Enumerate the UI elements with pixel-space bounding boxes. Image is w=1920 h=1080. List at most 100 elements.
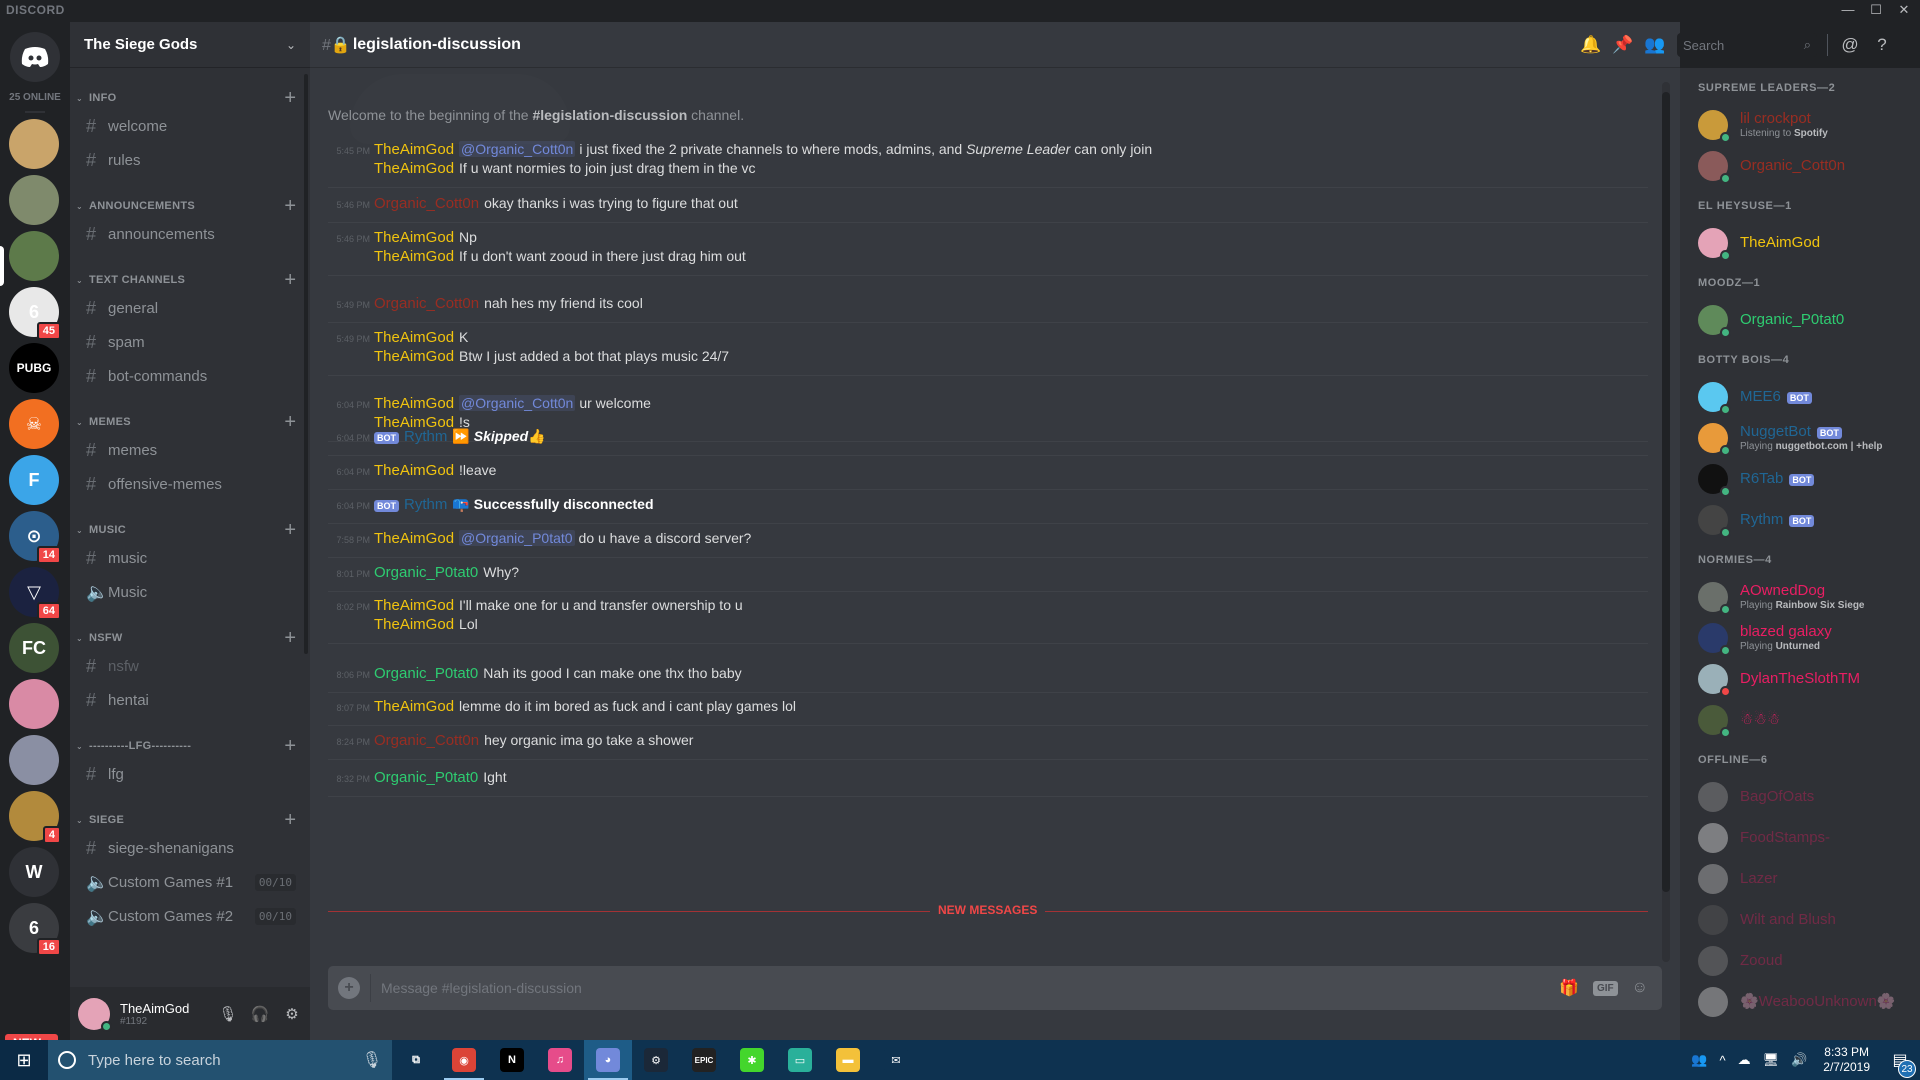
taskbar-search[interactable]: Type here to search 🎙 bbox=[48, 1040, 392, 1080]
member-item[interactable]: Rythm BOT bbox=[1680, 499, 1920, 540]
emoji-icon[interactable]: ☺ bbox=[1632, 979, 1648, 997]
author-name[interactable]: TheAimGod bbox=[374, 616, 454, 633]
server-header[interactable]: The Siege Gods ⌄ bbox=[70, 22, 310, 68]
member-item[interactable]: blazed galaxy Playing Unturned bbox=[1680, 617, 1920, 658]
taskbar-app-epic-games[interactable]: EPIC bbox=[680, 1040, 728, 1080]
upload-plus-icon[interactable]: + bbox=[338, 977, 360, 999]
server-icon-division-server[interactable]: ☠ bbox=[9, 399, 59, 449]
volume-icon[interactable]: 🔊 bbox=[1791, 1052, 1807, 1068]
network-icon[interactable]: 🖥 bbox=[1763, 1052, 1780, 1068]
author-name[interactable]: Rythm bbox=[404, 496, 447, 513]
close-button[interactable]: ✕ bbox=[1890, 0, 1918, 22]
add-channel-icon[interactable]: + bbox=[284, 628, 296, 648]
member-item[interactable]: ☃☃☃ bbox=[1680, 699, 1920, 740]
channel-general[interactable]: # general bbox=[70, 291, 306, 325]
minimize-button[interactable]: — bbox=[1834, 0, 1862, 22]
category-nsfw[interactable]: ⌄ NSFW + bbox=[70, 627, 306, 649]
taskbar-app-gaming-app[interactable]: ▭ bbox=[776, 1040, 824, 1080]
member-item[interactable]: Wilt and Blush bbox=[1680, 899, 1920, 940]
chat-scrollbar[interactable] bbox=[1662, 82, 1670, 962]
channel-music[interactable]: 🔈 Music bbox=[70, 575, 306, 609]
server-icon-dark-server[interactable]: ▽ 64 bbox=[9, 567, 61, 620]
clock[interactable]: 8:33 PM 2/7/2019 bbox=[1823, 1045, 1870, 1075]
taskbar-app-file-explorer[interactable]: ▬ bbox=[824, 1040, 872, 1080]
add-channel-icon[interactable]: + bbox=[284, 196, 296, 216]
taskbar-app-itunes[interactable]: ♫ bbox=[536, 1040, 584, 1080]
server-icon-fc-server[interactable]: FC bbox=[9, 623, 59, 673]
new-unreads-pill[interactable]: NEW ↓ bbox=[5, 1034, 59, 1040]
help-icon[interactable]: ? bbox=[1866, 35, 1898, 55]
server-icon-lion-server[interactable]: 4 bbox=[9, 791, 61, 844]
add-channel-icon[interactable]: + bbox=[284, 810, 296, 830]
server-icon-siege-6-server[interactable]: 6 16 bbox=[9, 903, 61, 956]
taskbar-app-steam[interactable]: ⚙ bbox=[632, 1040, 680, 1080]
channel-offensive-memes[interactable]: # offensive-memes bbox=[70, 467, 306, 501]
category-announcements[interactable]: ⌄ ANNOUNCEMENTS + bbox=[70, 195, 306, 217]
category-textchannels[interactable]: ⌄ TEXT CHANNELS + bbox=[70, 269, 306, 291]
author-name[interactable]: Organic_P0tat0 bbox=[374, 564, 478, 581]
member-item[interactable]: 🌸WeabooUnknown🌸 bbox=[1680, 981, 1920, 1022]
bell-icon[interactable]: 🔔 bbox=[1575, 35, 1607, 55]
user-avatar[interactable] bbox=[78, 997, 112, 1032]
server-icon-headset-guy-server[interactable] bbox=[9, 735, 59, 785]
taskbar-app-razer[interactable]: ✱ bbox=[728, 1040, 776, 1080]
maximize-button[interactable]: ☐ bbox=[1862, 0, 1890, 22]
add-channel-icon[interactable]: + bbox=[284, 520, 296, 540]
author-name[interactable]: Organic_Cott0n bbox=[374, 732, 479, 749]
channel-custom-games--2[interactable]: 🔈 Custom Games #2 00/10 bbox=[70, 899, 306, 933]
author-name[interactable]: TheAimGod bbox=[374, 348, 454, 365]
author-name[interactable]: TheAimGod bbox=[374, 395, 454, 412]
member-item[interactable]: NuggetBot BOT Playing nuggetbot.com | +hel… bbox=[1680, 417, 1920, 458]
author-name[interactable]: TheAimGod bbox=[374, 530, 454, 547]
category-info[interactable]: ⌄ INFO + bbox=[70, 87, 306, 109]
home-button[interactable] bbox=[10, 32, 60, 82]
windows-start-icon[interactable]: ⊞ bbox=[0, 1040, 48, 1080]
mentions-icon[interactable]: @ bbox=[1834, 35, 1866, 55]
author-name[interactable]: Organic_P0tat0 bbox=[374, 769, 478, 786]
microphone-icon[interactable]: 🎙 bbox=[362, 1050, 382, 1070]
gif-icon[interactable]: GIF bbox=[1592, 980, 1618, 996]
channel-hentai[interactable]: # hentai bbox=[70, 683, 306, 717]
add-channel-icon[interactable]: + bbox=[284, 88, 296, 108]
chevron-up-icon[interactable]: ^ bbox=[1719, 1053, 1725, 1068]
member-item[interactable]: Organic_P0tat0 bbox=[1680, 299, 1920, 340]
author-name[interactable]: TheAimGod bbox=[374, 229, 454, 246]
member-item[interactable]: DylanTheSlothTM bbox=[1680, 658, 1920, 699]
author-name[interactable]: TheAimGod bbox=[374, 160, 454, 177]
channel-nsfw[interactable]: # nsfw bbox=[70, 649, 306, 683]
people-icon[interactable]: 👥 bbox=[1691, 1052, 1707, 1068]
channel-siege-shenanigans[interactable]: # siege-shenanigans bbox=[70, 831, 306, 865]
server-icon-pokemon-go-server[interactable]: ⊙ 14 bbox=[9, 511, 61, 564]
member-item[interactable]: Lazer bbox=[1680, 858, 1920, 899]
author-name[interactable]: Rythm bbox=[404, 428, 447, 445]
author-name[interactable]: Organic_Cott0n bbox=[374, 195, 479, 212]
channel-list-scrollbar[interactable] bbox=[304, 74, 308, 654]
author-name[interactable]: TheAimGod bbox=[374, 141, 454, 158]
server-icon-fortnite-server[interactable]: F bbox=[9, 455, 59, 505]
taskbar-app-netflix[interactable]: N bbox=[488, 1040, 536, 1080]
category-siege[interactable]: ⌄ SIEGE + bbox=[70, 809, 306, 831]
message-input[interactable] bbox=[381, 980, 1560, 996]
user-mention[interactable]: @Organic_Cott0n bbox=[459, 395, 576, 411]
member-item[interactable]: MEE6 BOT bbox=[1680, 376, 1920, 417]
category-lfg[interactable]: ⌄ ----------LFG---------- + bbox=[70, 735, 306, 757]
author-name[interactable]: TheAimGod bbox=[374, 462, 454, 479]
taskbar-app-mail[interactable]: ✉ bbox=[872, 1040, 920, 1080]
user-mention[interactable]: @Organic_P0tat0 bbox=[459, 530, 575, 546]
server-icon-w-server[interactable]: W bbox=[9, 847, 59, 897]
channel-spam[interactable]: # spam bbox=[70, 325, 306, 359]
members-icon[interactable]: 👥 bbox=[1639, 35, 1671, 55]
author-name[interactable]: TheAimGod bbox=[374, 698, 454, 715]
server-icon-cat-server[interactable] bbox=[9, 175, 59, 225]
onedrive-icon[interactable]: ☁ bbox=[1738, 1052, 1751, 1068]
gift-icon[interactable]: 🎁 bbox=[1559, 978, 1579, 998]
author-name[interactable]: Organic_Cott0n bbox=[374, 295, 479, 312]
channel-custom-games--1[interactable]: 🔈 Custom Games #1 00/10 bbox=[70, 865, 306, 899]
member-item[interactable]: Zooud bbox=[1680, 940, 1920, 981]
server-icon-pubg-server[interactable]: PUBG bbox=[9, 343, 59, 393]
author-name[interactable]: TheAimGod bbox=[374, 597, 454, 614]
channel-welcome[interactable]: # welcome bbox=[70, 109, 306, 143]
channel-music[interactable]: # music bbox=[70, 541, 306, 575]
taskbar-app-task-view[interactable]: ⧉ bbox=[392, 1040, 440, 1080]
taskbar-app-discord[interactable]: ◕ bbox=[584, 1040, 632, 1080]
